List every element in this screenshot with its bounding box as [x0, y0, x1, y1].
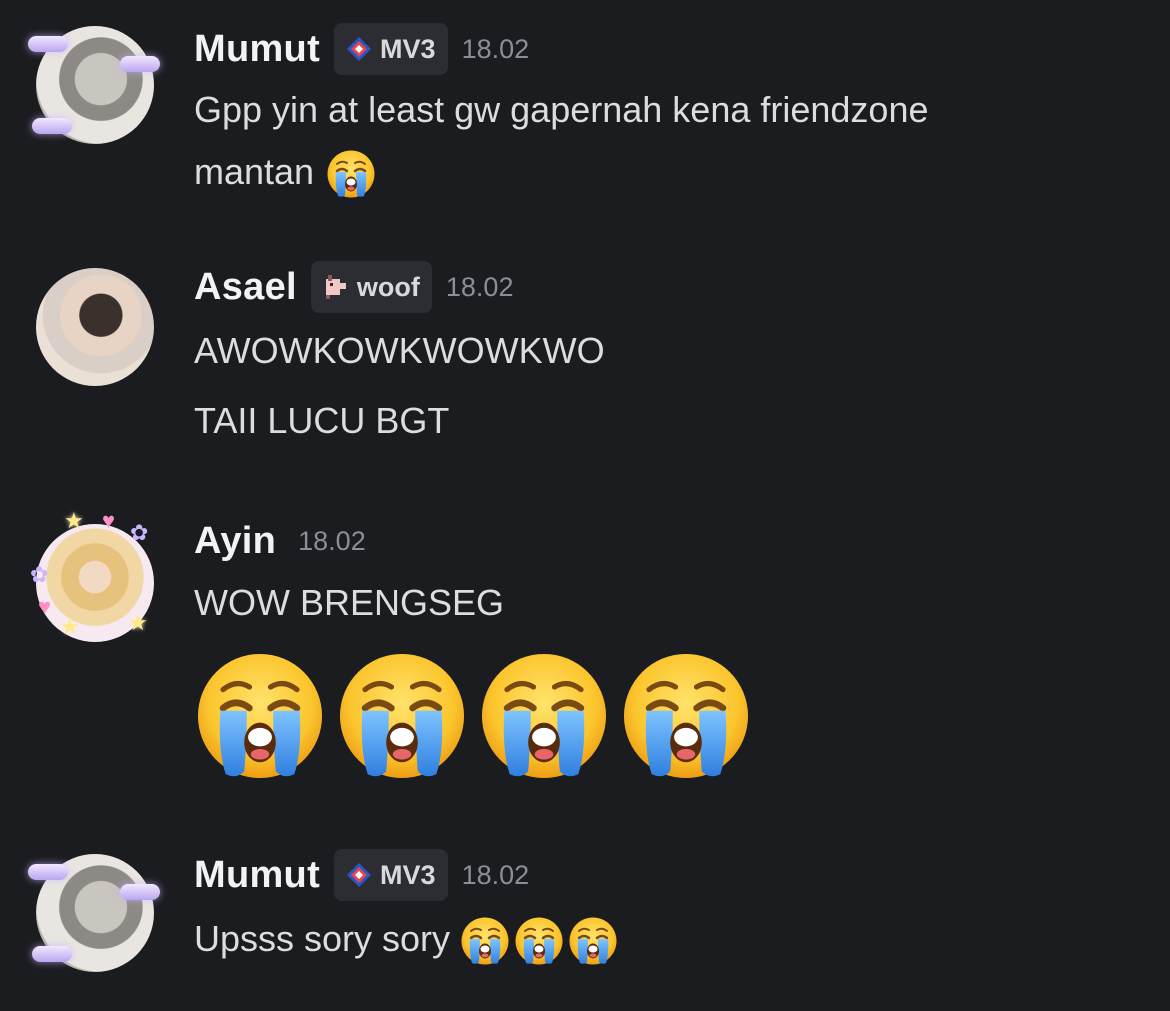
message-header: Asael woof 18.02 — [194, 261, 514, 313]
avatar[interactable] — [24, 842, 164, 982]
server-tag[interactable]: woof — [310, 261, 432, 313]
star-decoration-icon: ★ — [128, 610, 148, 635]
tag-label: MV3 — [380, 859, 436, 890]
timestamp: 18.02 — [298, 525, 366, 556]
cloud-decoration — [120, 884, 160, 900]
bunny-decoration-icon: ✿ — [30, 562, 49, 587]
avatar[interactable] — [24, 256, 164, 396]
username[interactable]: Mumut — [194, 854, 320, 897]
asael-avatar — [36, 268, 154, 386]
tag-label: MV3 — [380, 33, 436, 64]
heart-decoration-icon: ♥ — [102, 508, 116, 533]
message-line: TAII LUCU BGT — [194, 400, 450, 441]
message-line: Upsss sory sory — [194, 908, 620, 970]
star-decoration-icon: ★ — [60, 614, 80, 639]
username[interactable]: Ayin — [194, 520, 276, 563]
loudly-crying-face-icon — [568, 916, 618, 966]
loudly-crying-face-icon — [336, 650, 468, 782]
star-decoration-icon: ★ — [64, 508, 84, 533]
timestamp: 18.02 — [445, 271, 514, 302]
username[interactable]: Mumut — [194, 28, 320, 71]
server-tag[interactable]: MV3 — [334, 849, 448, 901]
loudly-crying-face-icon — [620, 650, 752, 782]
loudly-crying-face-icon — [194, 650, 326, 782]
bunny-decoration-icon: ✿ — [130, 520, 149, 545]
heart-decoration-icon: ♥ — [38, 594, 52, 619]
loudly-crying-face-icon — [460, 916, 510, 966]
username[interactable]: Asael — [194, 266, 297, 309]
message-line: Gpp yin at least gw gapernah kena friend… — [194, 89, 929, 130]
chat-log: Mumut MV3 18.02 Gpp yin at least gw gape… — [0, 0, 1170, 1011]
message-content: AWOWKOWKWOWKWO — [194, 320, 605, 382]
tag-label: woof — [356, 271, 420, 302]
server-tag[interactable]: MV3 — [334, 23, 448, 75]
cloud-decoration — [120, 56, 160, 72]
avatar[interactable]: ★ ♥ ✿ ✿ ♥ ★ ★ — [24, 508, 164, 652]
loudly-crying-face-icon — [478, 650, 610, 782]
message-content: TAII LUCU BGT — [194, 390, 449, 452]
dog-pixel-icon — [321, 272, 351, 302]
cloud-decoration — [28, 864, 68, 880]
message-line: AWOWKOWKWOWKWO — [194, 330, 605, 371]
timestamp: 18.02 — [461, 859, 530, 890]
diamond-pixel-icon — [344, 860, 374, 890]
message-content: WOW BRENGSEG — [194, 572, 504, 634]
message-line-text: Upsss sory sory — [194, 918, 451, 959]
message-header: Mumut MV3 18.02 — [194, 23, 530, 75]
message-content: Upsss sory sory — [194, 908, 620, 970]
loudly-crying-face-icon — [514, 916, 564, 966]
message-header: Mumut MV3 18.02 — [194, 849, 530, 901]
cloud-decoration — [32, 946, 72, 962]
jumbo-emoji-row — [194, 650, 762, 782]
cloud-decoration — [28, 36, 68, 52]
message-header: Ayin 18.02 — [194, 516, 366, 566]
timestamp: 18.02 — [461, 33, 530, 64]
message-line: mantan — [194, 141, 928, 203]
avatar[interactable] — [24, 14, 164, 154]
diamond-pixel-icon — [344, 34, 374, 64]
message-line: WOW BRENGSEG — [194, 582, 505, 623]
loudly-crying-face-icon — [326, 149, 376, 199]
message-content: Gpp yin at least gw gapernah kena friend… — [194, 79, 928, 203]
message-line-text: mantan — [194, 151, 315, 192]
cloud-decoration — [32, 118, 72, 134]
